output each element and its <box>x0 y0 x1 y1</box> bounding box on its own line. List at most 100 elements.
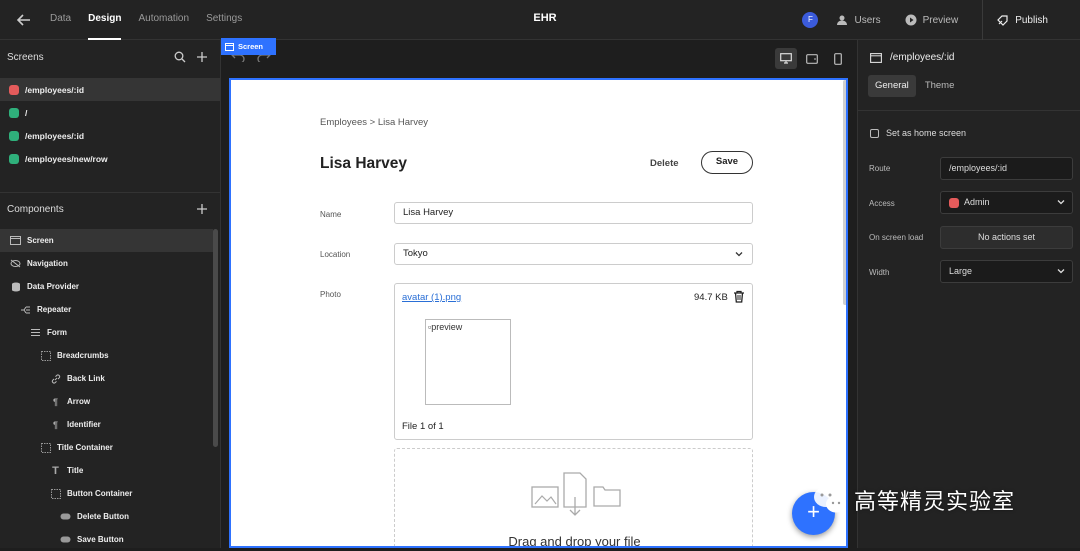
screens-heading: Screens <box>7 52 44 63</box>
button-icon <box>60 512 71 522</box>
heading-icon: T <box>52 464 59 477</box>
box-icon <box>40 350 51 361</box>
screen-color-dot <box>9 130 19 141</box>
box-icon <box>40 442 51 453</box>
tab-design[interactable]: Design <box>88 0 122 40</box>
access-color-dot <box>949 197 959 208</box>
home-screen-checkbox[interactable] <box>870 128 879 138</box>
width-value: Large <box>949 266 973 276</box>
component-label: Delete Button <box>77 512 129 521</box>
add-screen-icon[interactable] <box>196 51 208 63</box>
screen-color-dot <box>9 153 19 164</box>
width-select[interactable]: Large <box>940 260 1073 283</box>
top-right-actions: F Users Preview Publish <box>802 0 1080 40</box>
route-input[interactable]: /employees/:id <box>940 157 1073 180</box>
home-screen-label: Set as home screen <box>886 128 967 138</box>
save-button[interactable]: Save <box>701 151 753 174</box>
component-tree-scrollbar[interactable] <box>213 229 218 447</box>
image-thumbnail: ▫preview <box>425 319 511 405</box>
add-component-icon[interactable] <box>196 203 208 215</box>
screen-preview[interactable]: Employees > Lisa Harvey Lisa Harvey Dele… <box>229 78 848 548</box>
publish-button[interactable]: Publish <box>983 14 1080 26</box>
onload-label: On screen load <box>869 233 924 242</box>
watermark-text: 高等精灵实验室 <box>854 490 1016 515</box>
file-count: File 1 of 1 <box>402 421 444 432</box>
breadcrumb[interactable]: Employees > Lisa Harvey <box>320 117 428 128</box>
tablet-icon[interactable] <box>801 48 823 69</box>
paragraph-icon: ¶ <box>52 419 58 430</box>
delete-button[interactable]: Delete <box>650 158 679 169</box>
thumbnail-alt-text: preview <box>431 322 463 332</box>
search-icon[interactable] <box>174 51 186 63</box>
users-icon <box>837 15 848 25</box>
width-label: Width <box>869 268 890 277</box>
preview-scrollbar[interactable] <box>843 80 846 305</box>
properties-header: /employees/:id <box>870 52 954 63</box>
component-item-data-provider[interactable]: Data Provider <box>0 275 213 298</box>
tab-settings[interactable]: Settings <box>206 0 242 40</box>
access-select[interactable]: Admin <box>940 191 1073 214</box>
users-button[interactable]: Users <box>836 14 881 26</box>
dropzone-text: Drag and drop your file <box>508 534 641 548</box>
top-nav: Data Design Automation Settings <box>50 0 242 40</box>
chevron-down-icon <box>735 252 743 257</box>
back-arrow-icon[interactable] <box>14 10 34 30</box>
screen-item[interactable]: /employees/:id <box>0 78 220 101</box>
chevron-down-icon <box>1057 200 1065 205</box>
component-item-title[interactable]: T Title <box>0 459 213 482</box>
preview-button[interactable]: Preview <box>905 14 958 26</box>
components-heading: Components <box>7 204 64 215</box>
photo-label: Photo <box>320 290 341 299</box>
component-item-navigation[interactable]: Navigation <box>0 252 213 275</box>
location-select[interactable]: Tokyo <box>394 243 753 265</box>
component-item-delete-button[interactable]: Delete Button <box>0 505 213 528</box>
screen-item[interactable]: /employees/new/row <box>0 147 220 170</box>
component-item-title-container[interactable]: Title Container <box>0 436 213 459</box>
component-item-button-container[interactable]: Button Container <box>0 482 213 505</box>
component-label: Title <box>67 466 84 475</box>
button-icon <box>60 535 71 545</box>
publish-label: Publish <box>1015 14 1048 26</box>
component-item-arrow[interactable]: ¶ Arrow <box>0 390 213 413</box>
name-field[interactable]: Lisa Harvey <box>394 202 753 224</box>
file-link[interactable]: avatar (1).png <box>402 292 461 303</box>
chevron-down-icon <box>1057 269 1065 274</box>
screen-item[interactable]: / <box>0 101 220 124</box>
onload-actions-button[interactable]: No actions set <box>940 226 1073 249</box>
properties-panel: /employees/:id General Theme Set as home… <box>857 40 1080 548</box>
tab-general[interactable]: General <box>868 75 916 97</box>
component-item-repeater[interactable]: Repeater <box>0 298 213 321</box>
desktop-icon[interactable] <box>775 48 797 69</box>
screen-color-dot <box>9 107 19 118</box>
screen-icon <box>10 236 21 246</box>
tab-automation[interactable]: Automation <box>138 0 189 40</box>
screen-route: /employees/:id <box>25 84 85 95</box>
component-item-screen[interactable]: Screen <box>0 229 213 252</box>
file-dropzone[interactable]: Drag and drop your file <box>394 448 753 548</box>
component-label: Repeater <box>37 305 72 314</box>
component-label: Arrow <box>67 397 91 406</box>
component-item-breadcrumbs[interactable]: Breadcrumbs <box>0 344 213 367</box>
screen-item[interactable]: /employees/:id <box>0 124 220 147</box>
component-item-back-link[interactable]: Back Link <box>0 367 213 390</box>
home-screen-option[interactable]: Set as home screen <box>870 128 966 138</box>
user-avatar[interactable]: F <box>802 12 819 28</box>
mobile-icon[interactable] <box>827 48 849 69</box>
component-label: Form <box>47 328 67 337</box>
link-icon <box>50 373 61 384</box>
screen-color-dot <box>9 84 19 95</box>
properties-divider <box>858 110 1080 111</box>
location-value: Tokyo <box>403 248 428 259</box>
upload-files-icon <box>531 472 621 516</box>
wechat-logo-icon <box>814 487 846 513</box>
component-item-identifier[interactable]: ¶ Identifier <box>0 413 213 436</box>
tab-theme[interactable]: Theme <box>918 75 962 97</box>
component-label: Back Link <box>67 374 105 383</box>
properties-tabs: General Theme <box>868 75 961 97</box>
component-item-form[interactable]: Form <box>0 321 213 344</box>
tab-data[interactable]: Data <box>50 0 71 40</box>
eye-off-icon <box>10 259 21 269</box>
trash-icon[interactable] <box>733 290 745 303</box>
screen-route: / <box>25 107 28 118</box>
component-label: Screen <box>27 236 54 245</box>
